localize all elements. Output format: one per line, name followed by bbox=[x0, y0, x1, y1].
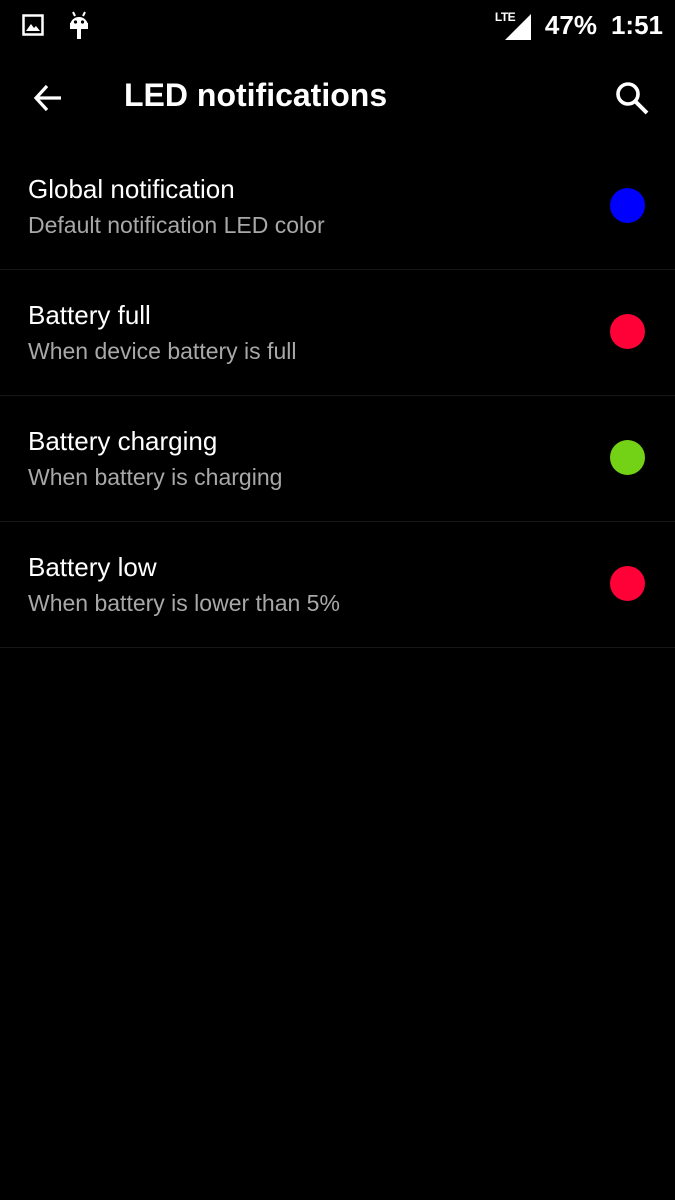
item-title: Global notification bbox=[28, 174, 235, 204]
led-color-swatch[interactable] bbox=[610, 566, 645, 601]
status-bar: LTE 47% 1:51 bbox=[0, 0, 675, 50]
android-notification-icon bbox=[68, 10, 90, 45]
led-color-swatch[interactable] bbox=[610, 188, 645, 223]
led-color-swatch[interactable] bbox=[610, 314, 645, 349]
list-item-battery-full[interactable]: Battery full When device battery is full bbox=[0, 270, 675, 396]
search-icon bbox=[616, 82, 649, 115]
signal-indicator: LTE bbox=[495, 10, 531, 40]
list-item-battery-charging[interactable]: Battery charging When battery is chargin… bbox=[0, 396, 675, 522]
led-notification-list: Global notification Default notification… bbox=[0, 144, 675, 648]
item-title: Battery full bbox=[28, 300, 151, 330]
arrow-back-icon bbox=[33, 84, 61, 112]
status-clock: 1:51 bbox=[610, 9, 663, 40]
status-system-indicators: LTE 47% 1:51 bbox=[495, 8, 663, 42]
image-notification-icon bbox=[22, 14, 44, 41]
list-item-battery-low[interactable]: Battery low When battery is lower than 5… bbox=[0, 522, 675, 648]
item-title: Battery charging bbox=[28, 426, 218, 456]
page-title: LED notifications bbox=[124, 77, 388, 113]
battery-percentage: 47% bbox=[544, 9, 597, 40]
item-summary: When battery is charging bbox=[28, 464, 283, 490]
item-summary: Default notification LED color bbox=[28, 212, 325, 238]
back-button[interactable] bbox=[22, 72, 74, 124]
cell-signal-icon bbox=[504, 14, 531, 40]
status-notification-icons bbox=[22, 10, 90, 45]
item-summary: When device battery is full bbox=[28, 338, 297, 364]
list-item-global-notification[interactable]: Global notification Default notification… bbox=[0, 144, 675, 270]
led-color-swatch[interactable] bbox=[610, 440, 645, 475]
app-bar: LED notifications bbox=[0, 50, 675, 144]
item-summary: When battery is lower than 5% bbox=[28, 590, 340, 616]
search-button[interactable] bbox=[604, 70, 660, 126]
item-title: Battery low bbox=[28, 552, 157, 582]
